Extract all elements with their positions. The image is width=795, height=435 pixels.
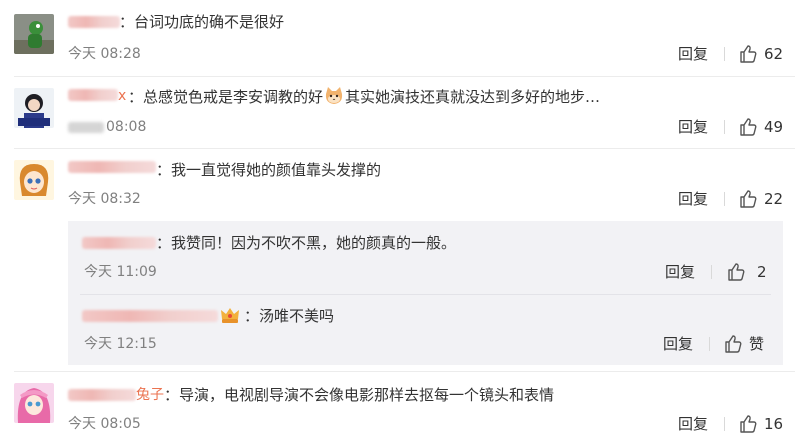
avatar[interactable]: [14, 88, 54, 128]
username-redacted[interactable]: [82, 237, 156, 249]
reply-button[interactable]: 回复: [678, 44, 708, 64]
reply-button[interactable]: 回复: [663, 334, 693, 354]
comment-item: x ：总感觉色戒是李安调教的好 其实她演技还真就没达到多好的地步… 08:08 回…: [0, 76, 795, 148]
reply-text: ：我赞同！因为不吹不黑，她的颜真的一般。: [156, 234, 457, 252]
reply-thread: ：我赞同！因为不吹不黑，她的颜真的一般。 今天 11:09 回复 2 ：汤唯不美…: [68, 221, 783, 365]
like-count: 16: [764, 415, 784, 433]
avatar[interactable]: [14, 14, 54, 54]
comment-text: ：总感觉色戒是李安调教的好 其实她演技还真就没达到多好的地步…: [128, 87, 601, 106]
comment-text: ：导演，电视剧导演不会像电影那样去抠每一个镜头和表情: [164, 386, 555, 404]
avatar[interactable]: [14, 383, 54, 423]
username-suffix: 兔子: [136, 387, 164, 403]
reply-time: 今天 12:15: [84, 336, 157, 352]
username-redacted[interactable]: [68, 16, 120, 28]
comment-text: ：我一直觉得她的颜值靠头发撑的: [156, 161, 382, 179]
cat-face-emoji-icon: [325, 87, 343, 104]
username-redacted[interactable]: [82, 310, 218, 322]
reply-button[interactable]: 回复: [678, 189, 708, 209]
action-separator: [709, 337, 710, 351]
like-count: 49: [764, 118, 784, 136]
username-redacted[interactable]: [68, 89, 118, 101]
like-icon[interactable]: [726, 262, 746, 282]
comment-item: ：台词功底的确不是很好 今天 08:28 回复 62: [0, 0, 795, 72]
avatar[interactable]: [14, 160, 54, 200]
reply-divider: [80, 294, 771, 295]
like-icon[interactable]: [738, 189, 758, 209]
username-suffix: x: [118, 88, 127, 104]
comment-time: 今天 08:28: [68, 46, 141, 62]
reply-button[interactable]: 回复: [678, 117, 708, 137]
comment-time: 今天 08:32: [68, 191, 141, 207]
reply-text: ：汤唯不美吗: [244, 307, 335, 325]
comment-item: 兔子 ：导演，电视剧导演不会像电影那样去抠每一个镜头和表情 今天 08:05 回…: [0, 371, 795, 435]
comment-time: 今天 08:05: [68, 416, 141, 432]
reply-button[interactable]: 回复: [678, 414, 708, 434]
like-icon[interactable]: [723, 334, 743, 354]
like-count: 22: [764, 190, 784, 208]
like-count: 赞: [749, 335, 765, 353]
action-separator: [724, 47, 725, 61]
comment-time: 08:08: [68, 118, 146, 136]
action-separator: [724, 120, 725, 134]
like-icon[interactable]: [738, 117, 758, 137]
reply-button[interactable]: 回复: [665, 262, 695, 282]
like-count: 2: [757, 263, 767, 281]
like-icon[interactable]: [738, 414, 758, 434]
action-separator: [711, 265, 712, 279]
like-icon[interactable]: [738, 44, 758, 64]
comment-text: ：台词功底的确不是很好: [119, 13, 285, 31]
action-separator: [724, 192, 725, 206]
username-redacted[interactable]: [68, 389, 136, 401]
action-separator: [724, 417, 725, 431]
like-count: 62: [764, 45, 784, 63]
reply-time: 今天 11:09: [84, 264, 157, 280]
time-redacted: [68, 121, 104, 133]
crown-badge-icon: [221, 308, 239, 323]
username-redacted[interactable]: [68, 161, 156, 173]
